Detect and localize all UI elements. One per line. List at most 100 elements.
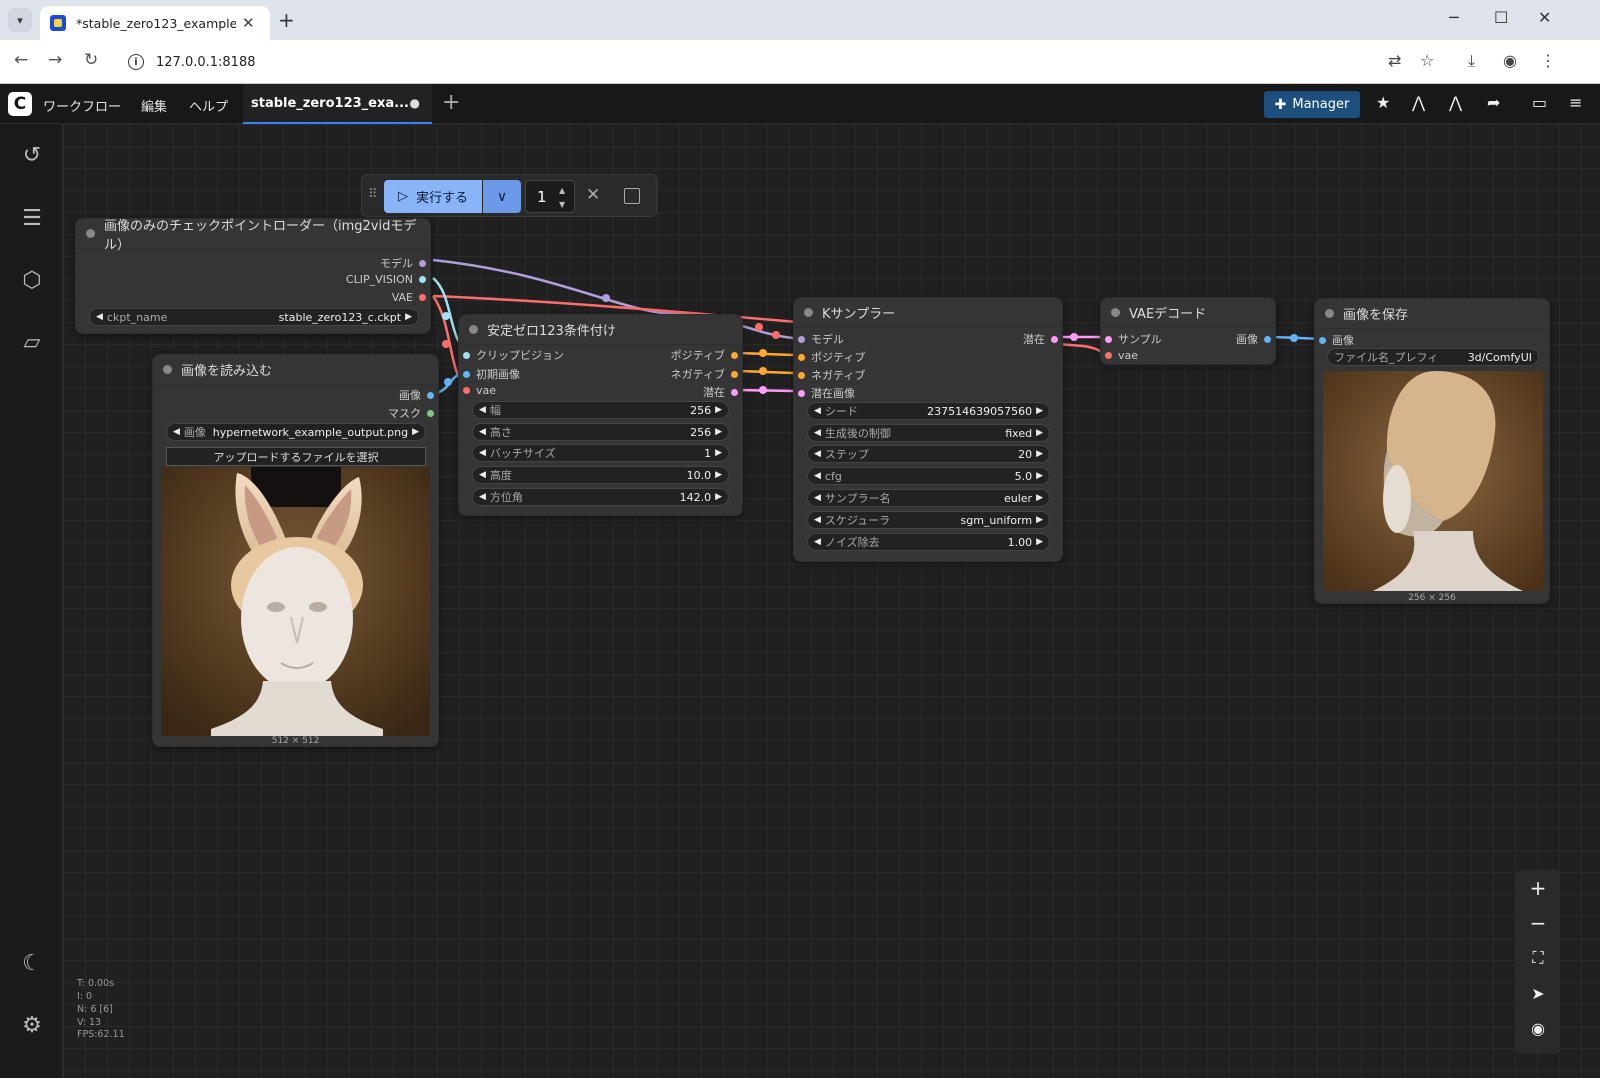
left-arrow-icon[interactable]: ◀ [479,405,486,415]
manager-button[interactable]: ✚ Manager [1264,91,1360,118]
slot-dot[interactable] [1105,352,1112,359]
workflow-tab[interactable]: stable_zero123_exa... ● [243,84,432,124]
node-save-image[interactable]: 画像を保存 画像 ファイル名_プレフィ 3d/ComfyUI 256 × 256 [1314,298,1550,604]
widget-sampler-name[interactable]: ◀ サンプラー名 euler ▶ [807,489,1050,507]
output-positive[interactable]: ポジティブ [671,347,738,363]
back-arrow-icon[interactable]: ← [14,50,28,70]
right-arrow-icon[interactable]: ▶ [1036,537,1043,547]
right-arrow-icon[interactable]: ▶ [715,492,722,502]
browser-menu-icon[interactable]: ⋮ [1540,51,1556,70]
left-arrow-icon[interactable]: ◀ [479,492,486,502]
star-icon[interactable]: ★ [1376,93,1390,112]
bookmark-star-icon[interactable]: ☆ [1420,51,1434,70]
slot-dot[interactable] [427,391,434,399]
model-download-icon[interactable]: ⋀ [1449,93,1462,112]
slot-dot[interactable] [798,353,805,361]
slot-dot[interactable] [731,370,738,378]
node-load-image[interactable]: 画像を読み込む 画像 マスク ◀ 画像 hypernetwork_example_… [152,354,439,747]
left-arrow-icon[interactable]: ◀ [479,427,486,437]
slot-dot[interactable] [463,351,470,359]
widget-width[interactable]: ◀ 幅 256 ▶ [472,401,729,419]
slot-dot[interactable] [1105,335,1112,343]
share-icon[interactable]: ➦ [1487,93,1500,112]
widget-height[interactable]: ◀ 高さ 256 ▶ [472,423,729,441]
output-negative[interactable]: ネガティブ [671,366,738,382]
input-init-image[interactable]: 初期画像 [463,366,520,382]
widget-steps[interactable]: ◀ ステップ 20 ▶ [807,445,1050,463]
download-icon[interactable]: ⤓ [1468,51,1475,71]
node-title[interactable]: 安定ゼロ123条件付け [459,315,742,345]
maximize-icon[interactable]: ☐ [1494,8,1508,27]
node-checkpoint-loader[interactable]: 画像のみのチェックポイントローダー（img2vidモデル） モデル CLIP_V… [75,218,431,334]
input-images[interactable]: 画像 [1319,332,1354,348]
address-bar[interactable]: i 127.0.0.1:8188 [118,46,1448,78]
left-arrow-icon[interactable]: ◀ [96,312,103,322]
node-title[interactable]: 画像を保存 [1315,299,1549,329]
stop-square-icon[interactable] [624,188,640,204]
input-positive[interactable]: ポジティブ [798,349,865,365]
widget-filename-prefix[interactable]: ファイル名_プレフィ 3d/ComfyUI [1327,348,1539,366]
slot-dot[interactable] [427,409,434,417]
hamburger-menu-icon[interactable]: ≡ [1569,93,1582,112]
batch-count-input[interactable]: 1 ▲ ▼ [525,180,575,213]
output-clip-vision[interactable]: CLIP_VISION [346,273,426,286]
node-title[interactable]: 画像のみのチェックポイントローダー（img2vidモデル） [76,219,430,253]
tab-search-button[interactable]: ▾ [8,8,32,32]
widget-control-after-generate[interactable]: ◀ 生成後の制御 fixed ▶ [807,424,1050,442]
zoom-in-icon[interactable]: + [1528,876,1548,900]
right-arrow-icon[interactable]: ▶ [715,448,722,458]
browser-tab[interactable]: *stable_zero123_example - Con ✕ [40,6,270,40]
new-tab-button[interactable]: + [278,8,295,32]
panel-toggle-icon[interactable]: ▭ [1532,93,1547,112]
zoom-out-icon[interactable]: − [1528,911,1548,935]
toggle-links-eye-icon[interactable]: ◉ [1528,1018,1548,1038]
model-library-cube-icon[interactable]: ⬡ [17,265,47,295]
cancel-close-icon[interactable]: ✕ [586,185,600,205]
input-samples[interactable]: サンプル [1105,331,1162,347]
drag-handle-icon[interactable]: ⠿ [368,187,378,202]
right-arrow-icon[interactable]: ▶ [1036,515,1043,525]
decrement-arrow-icon[interactable]: ▼ [559,200,565,209]
menu-edit[interactable]: 編集 [141,96,167,115]
left-arrow-icon[interactable]: ◀ [479,470,486,480]
widget-image-select[interactable]: ◀ 画像 hypernetwork_example_output.png ▶ [166,423,426,441]
output-image[interactable]: 画像 [399,387,434,403]
input-model[interactable]: モデル [798,331,844,347]
add-workflow-button[interactable]: + [442,90,460,115]
menu-help[interactable]: ヘルプ [189,96,228,115]
slot-dot[interactable] [798,389,805,397]
upload-file-button[interactable]: アップロードするファイルを選択 [166,447,426,466]
left-arrow-icon[interactable]: ◀ [814,428,821,438]
left-arrow-icon[interactable]: ◀ [814,471,821,481]
node-title[interactable]: Kサンプラー [794,298,1062,328]
right-arrow-icon[interactable]: ▶ [715,427,722,437]
left-arrow-icon[interactable]: ◀ [814,515,821,525]
minimize-icon[interactable]: ─ [1449,8,1459,27]
collapse-dot-icon[interactable] [86,229,95,238]
left-arrow-icon[interactable]: ◀ [814,493,821,503]
input-negative[interactable]: ネガティブ [798,367,865,383]
node-vae-decode[interactable]: VAEデコード サンプル vae 画像 [1100,297,1276,365]
reload-icon[interactable]: ↻ [84,50,98,70]
menu-workflow[interactable]: ワークフロー [43,96,121,115]
right-arrow-icon[interactable]: ▶ [1036,493,1043,503]
window-close-icon[interactable]: ✕ [1538,8,1551,27]
increment-arrow-icon[interactable]: ▲ [559,186,565,195]
slot-dot[interactable] [419,276,426,283]
settings-gear-icon[interactable]: ⚙ [17,1010,47,1040]
forward-arrow-icon[interactable]: → [48,50,62,70]
output-model[interactable]: モデル [380,255,426,271]
widget-scheduler[interactable]: ◀ スケジューラ sgm_uniform ▶ [807,511,1050,529]
right-arrow-icon[interactable]: ▶ [405,312,412,322]
collapse-dot-icon[interactable] [804,308,813,317]
moon-theme-icon[interactable]: ☾ [17,948,47,978]
graph-canvas[interactable]: ⠿ ▷ 実行する ∨ 1 ▲ ▼ ✕ 画像のみのチェックポイントローダー（img… [63,124,1600,1078]
slot-dot[interactable] [419,259,426,267]
right-arrow-icon[interactable]: ▶ [715,470,722,480]
widget-denoise[interactable]: ◀ ノイズ除去 1.00 ▶ [807,533,1050,551]
slot-dot[interactable] [798,335,805,343]
run-mode-dropdown[interactable]: ∨ [483,180,521,213]
right-arrow-icon[interactable]: ▶ [1036,449,1043,459]
widget-cfg[interactable]: ◀ cfg 5.0 ▶ [807,467,1050,485]
node-ksampler[interactable]: Kサンプラー モデル ポジティブ ネガティブ 潜在画像 潜在 ◀ シード 23751… [793,297,1063,562]
